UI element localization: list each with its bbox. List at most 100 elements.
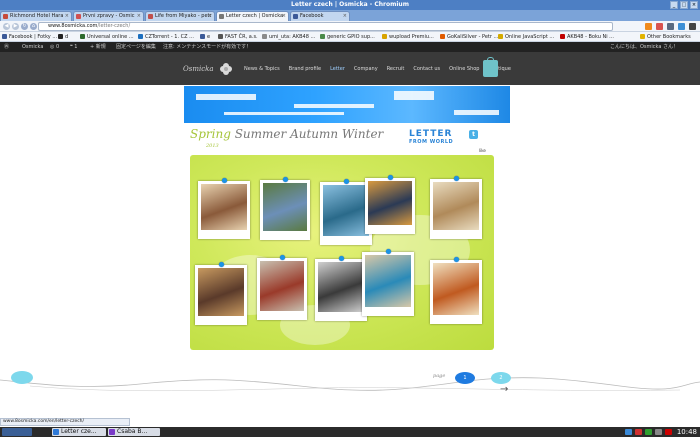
nav-item-contact-us[interactable]: Contact us <box>413 66 440 72</box>
nav-item-news-topics[interactable]: News & Topics <box>244 66 280 72</box>
back-icon[interactable]: ◀ <box>3 23 10 30</box>
timeline-wave <box>0 377 700 392</box>
tray-icon[interactable] <box>665 429 672 435</box>
bookmark-item[interactable]: Online JavaScript ... <box>498 33 554 41</box>
bookmark-item[interactable]: GoKaliSilver - Petr ... <box>440 33 498 41</box>
next-arrow-icon[interactable]: → <box>500 384 508 395</box>
wordpress-icon[interactable]: Ⓦ <box>4 42 9 52</box>
minimize-button[interactable]: _ <box>670 1 678 9</box>
maintenance-notice[interactable]: 注意: メンテナンスモードが有効です！ <box>163 42 251 52</box>
tab-favicon <box>148 14 153 19</box>
url-bar[interactable]: www.8osmicka.com/letter-czech/ <box>38 22 613 31</box>
bookmark-item[interactable]: generic GPIO sup... <box>320 33 375 41</box>
tray-icon[interactable] <box>625 429 632 435</box>
photo-card[interactable] <box>195 262 247 325</box>
bookmark-item[interactable]: Universal online ... <box>80 33 134 41</box>
photo-card[interactable] <box>315 256 367 321</box>
photo-card[interactable] <box>365 175 415 234</box>
tab-4[interactable]: Facebook × <box>290 11 350 21</box>
tab-3[interactable]: Letter czech | Osmicka × <box>216 11 289 21</box>
tray-icon[interactable] <box>635 429 642 435</box>
like-button[interactable]: like <box>479 148 486 153</box>
photo-card[interactable] <box>260 177 310 240</box>
tab-close-icon[interactable]: × <box>208 12 212 21</box>
close-button[interactable]: × <box>690 1 698 9</box>
bookmark-item[interactable]: Other Bookmarks <box>640 33 691 41</box>
tab-favicon <box>76 14 81 19</box>
home-icon[interactable]: ⌂ <box>30 23 37 30</box>
start-menu-button[interactable] <box>2 428 32 436</box>
extension-icon[interactable] <box>667 23 674 30</box>
photo-card[interactable] <box>362 249 414 316</box>
maximize-button[interactable]: □ <box>680 1 688 9</box>
photo-thumbnail <box>263 183 307 231</box>
page-2-button[interactable]: 2 <box>491 372 511 384</box>
tray-icon[interactable] <box>645 429 652 435</box>
bookmark-item[interactable]: wupload Premiu... <box>382 33 434 41</box>
bookmark-item[interactable]: CZTorrent - 1. CZ ... <box>138 33 194 41</box>
photo-card[interactable] <box>430 257 482 324</box>
tray-icon[interactable] <box>655 429 662 435</box>
season-others[interactable]: Summer Autumn Winter <box>231 127 384 141</box>
bookmark-item[interactable]: AKB48 - Boku Ni ... <box>560 33 614 41</box>
photo-thumbnail <box>201 184 247 230</box>
admin-site-link[interactable]: Osmicka <box>22 42 43 52</box>
admin-edit-page[interactable]: 固定ページを編集 <box>116 42 156 52</box>
taskbar-item[interactable]: Csaba B... <box>108 428 160 436</box>
bookmark-label: FAST ČR, a.s. <box>225 34 258 40</box>
tab-close-icon[interactable]: × <box>137 12 141 21</box>
bookmark-label: AKB48 - Boku Ni ... <box>567 34 614 40</box>
taskbar-item[interactable]: Letter cze... <box>52 428 106 436</box>
tab-1[interactable]: Prvni zpravy - Osmic × <box>73 11 144 21</box>
pushpin-icon <box>339 256 344 261</box>
pushpin-icon <box>386 249 391 254</box>
bookmark-label: Online JavaScript ... <box>505 34 555 40</box>
bookmark-item[interactable]: umi_uta: AKB48 ... <box>262 33 315 41</box>
season-spring[interactable]: Spring <box>190 127 231 141</box>
bookmark-label: Other Bookmarks <box>647 34 691 40</box>
bookmark-item[interactable]: d <box>58 33 68 41</box>
top-banner <box>184 86 510 123</box>
tab-0[interactable]: Richmond Hotel Hara × <box>0 11 72 21</box>
admin-new-button[interactable]: + 新規 <box>90 42 106 52</box>
bookmark-label: generic GPIO sup... <box>327 34 375 40</box>
photo-thumbnail <box>323 185 369 236</box>
tab-close-icon[interactable]: × <box>65 12 69 21</box>
timeline-dot[interactable] <box>11 371 33 384</box>
twitter-icon[interactable]: t <box>469 130 478 139</box>
bookmark-favicon <box>640 34 645 39</box>
bookmark-item[interactable]: e <box>200 33 210 41</box>
photo-thumbnail <box>365 255 411 307</box>
main-nav: News & Topics Brand profile Letter Company R… <box>244 66 520 72</box>
site-logo[interactable]: Osmicka <box>183 59 237 79</box>
reload-icon[interactable]: ↻ <box>21 23 28 30</box>
nav-item-company[interactable]: Company <box>354 66 378 72</box>
rss-icon[interactable] <box>645 23 652 30</box>
site-header: Osmicka News & Topics Brand profile Letter… <box>0 52 700 85</box>
forward-icon[interactable]: ▶ <box>12 23 19 30</box>
extension-icon[interactable] <box>656 23 663 30</box>
nav-item-letter[interactable]: Letter <box>330 66 345 72</box>
bookmark-item[interactable]: FAST ČR, a.s. <box>218 33 258 41</box>
taskbar-item-label: Csaba B... <box>117 428 148 435</box>
photo-card[interactable] <box>257 255 307 320</box>
admin-greeting[interactable]: こんにちは、Osmicka さん！ <box>610 42 678 52</box>
extension-icon[interactable] <box>678 23 685 30</box>
admin-updates[interactable]: ❝ 1 <box>70 42 77 52</box>
tab-2[interactable]: Life from Miyako - petr × <box>145 11 215 21</box>
bookmark-favicon <box>200 34 205 39</box>
tab-close-icon[interactable]: × <box>343 12 347 21</box>
tab-strip: Richmond Hotel Hara × Prvni zpravy - Osmic… <box>0 10 700 21</box>
nav-item-recruit[interactable]: Recruit <box>387 66 405 72</box>
shopping-bag-icon[interactable] <box>483 57 498 77</box>
photo-card[interactable] <box>430 176 482 239</box>
tab-close-icon[interactable]: × <box>282 12 286 21</box>
nav-item-online-shop[interactable]: Online Shop <box>449 66 479 72</box>
wrench-icon[interactable] <box>689 23 696 30</box>
pushpin-icon <box>454 176 459 181</box>
bookmark-item[interactable]: Facebook | Fotky ... <box>2 33 57 41</box>
admin-comments[interactable]: ◎ 0 <box>50 42 59 52</box>
page-1-button[interactable]: 1 <box>455 372 475 384</box>
photo-card[interactable] <box>198 178 250 239</box>
nav-item-brand-profile[interactable]: Brand profile <box>289 66 321 72</box>
